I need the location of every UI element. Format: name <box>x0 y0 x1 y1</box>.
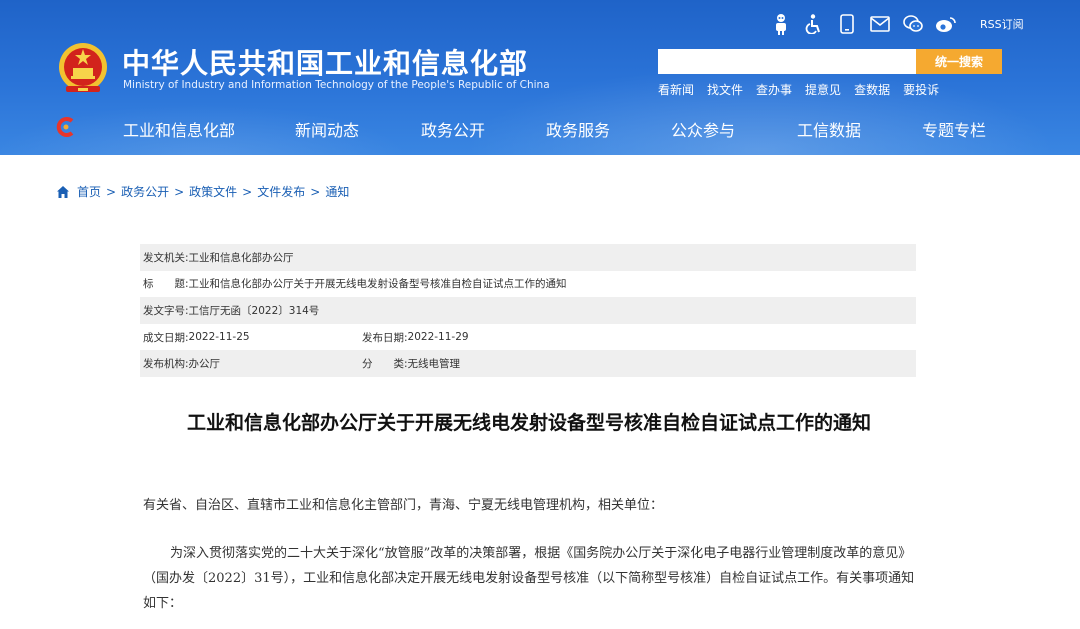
rss-icon[interactable] <box>966 12 980 36</box>
breadcrumb-policy-documents[interactable]: 政策文件 <box>189 183 237 200</box>
info-row-doc-no: 发文字号: 工信厅无函〔2022〕314号 <box>140 297 916 324</box>
search-input[interactable] <box>658 49 916 74</box>
search-bar: 统一搜索 <box>658 49 1002 74</box>
quick-link-documents[interactable]: 找文件 <box>707 81 743 98</box>
home-icon[interactable] <box>56 185 70 199</box>
breadcrumb-home[interactable]: 首页 <box>77 183 101 200</box>
article-recipients: 有关省、自治区、直辖市工业和信息化主管部门，青海、宁夏无线电管理机构，相关单位： <box>143 498 664 513</box>
document-info-table: 发文机关: 工业和信息化部办公厅 标 题: 工业和信息化部办公厅关于开展无线电发… <box>140 244 916 377</box>
breadcrumb-separator: > <box>310 184 321 199</box>
created-date-label: 成文日期: <box>143 331 189 344</box>
wechat-icon[interactable] <box>900 12 926 36</box>
created-date-value: 2022-11-25 <box>188 331 250 344</box>
utility-toolbar: RSS订阅 <box>768 12 1024 36</box>
mobile-phone-icon[interactable] <box>834 12 860 36</box>
robot-assistant-icon[interactable] <box>768 12 794 36</box>
subject-value: 工业和信息化部办公厅关于开展无线电发射设备型号核准自检自证试点工作的通知 <box>188 278 567 291</box>
nav-item-services[interactable]: 政务服务 <box>546 117 610 141</box>
nav-item-government-affairs[interactable]: 政务公开 <box>421 117 485 141</box>
nav-item-ministry[interactable]: 工业和信息化部 <box>123 117 235 141</box>
main-nav: 工业和信息化部 新闻动态 政务公开 政务服务 公众参与 工信数据 专题专栏 <box>0 112 1080 144</box>
search-button[interactable]: 统一搜索 <box>916 49 1002 74</box>
issuer-label: 发文机关: <box>143 251 189 264</box>
weibo-icon[interactable] <box>933 12 959 36</box>
issuer-value: 工业和信息化部办公厅 <box>188 251 294 264</box>
breadcrumb-separator: > <box>242 184 253 199</box>
published-date-label: 发布日期: <box>362 331 408 344</box>
breadcrumb-separator: > <box>106 184 117 199</box>
mail-icon[interactable] <box>867 12 893 36</box>
breadcrumb-notice[interactable]: 通知 <box>325 183 349 200</box>
site-subtitle: Ministry of Industry and Information Tec… <box>123 79 550 91</box>
site-title: 中华人民共和国工业和信息化部 <box>122 47 529 80</box>
nav-item-topics[interactable]: 专题专栏 <box>922 117 986 141</box>
rss-subscribe-link[interactable]: RSS订阅 <box>980 16 1024 32</box>
breadcrumb-document-release[interactable]: 文件发布 <box>257 183 305 200</box>
article-title: 工业和信息化部办公厅关于开展无线电发射设备型号核准自检自证试点工作的通知 <box>186 412 871 434</box>
info-row-dates: 成文日期: 2022-11-25 发布日期: 2022-11-29 <box>140 324 916 351</box>
breadcrumb: 首页 > 政务公开 > 政策文件 > 文件发布 > 通知 <box>56 183 349 200</box>
ministry-logo-icon[interactable] <box>56 117 76 137</box>
doc-no-value: 工信厅无函〔2022〕314号 <box>188 304 320 317</box>
site-header: 中华人民共和国工业和信息化部 Ministry of Industry and … <box>0 0 1080 155</box>
quick-link-data[interactable]: 查数据 <box>854 81 890 98</box>
category-label: 分 类: <box>362 358 408 371</box>
quick-link-news[interactable]: 看新闻 <box>658 81 694 98</box>
subject-label: 标 题: <box>143 278 189 291</box>
article-paragraph: 为深入贯彻落实党的二十大关于深化“放管服”改革的决策部署，根据《国务院办公厅关于… <box>143 546 915 611</box>
nav-item-data[interactable]: 工信数据 <box>797 117 861 141</box>
publisher-label: 发布机构: <box>143 358 189 371</box>
publisher-value: 办公厅 <box>188 358 221 371</box>
nav-item-news[interactable]: 新闻动态 <box>295 117 359 141</box>
category-value: 无线电管理 <box>407 358 461 371</box>
quick-link-services[interactable]: 查办事 <box>756 81 792 98</box>
doc-no-label: 发文字号: <box>143 304 189 317</box>
quick-link-feedback[interactable]: 提意见 <box>805 81 841 98</box>
breadcrumb-government-affairs[interactable]: 政务公开 <box>121 183 169 200</box>
info-row-publisher: 发布机构: 办公厅 分 类: 无线电管理 <box>140 350 916 377</box>
national-emblem-icon <box>59 43 107 92</box>
quick-links: 看新闻 找文件 查办事 提意见 查数据 要投诉 <box>658 81 952 98</box>
breadcrumb-separator: > <box>174 184 185 199</box>
accessibility-icon[interactable] <box>801 12 827 36</box>
info-row-issuer: 发文机关: 工业和信息化部办公厅 <box>140 244 916 271</box>
published-date-value: 2022-11-29 <box>407 331 469 344</box>
info-row-subject: 标 题: 工业和信息化部办公厅关于开展无线电发射设备型号核准自检自证试点工作的通… <box>140 271 916 298</box>
nav-item-participation[interactable]: 公众参与 <box>671 117 735 141</box>
quick-link-complaint[interactable]: 要投诉 <box>903 81 939 98</box>
